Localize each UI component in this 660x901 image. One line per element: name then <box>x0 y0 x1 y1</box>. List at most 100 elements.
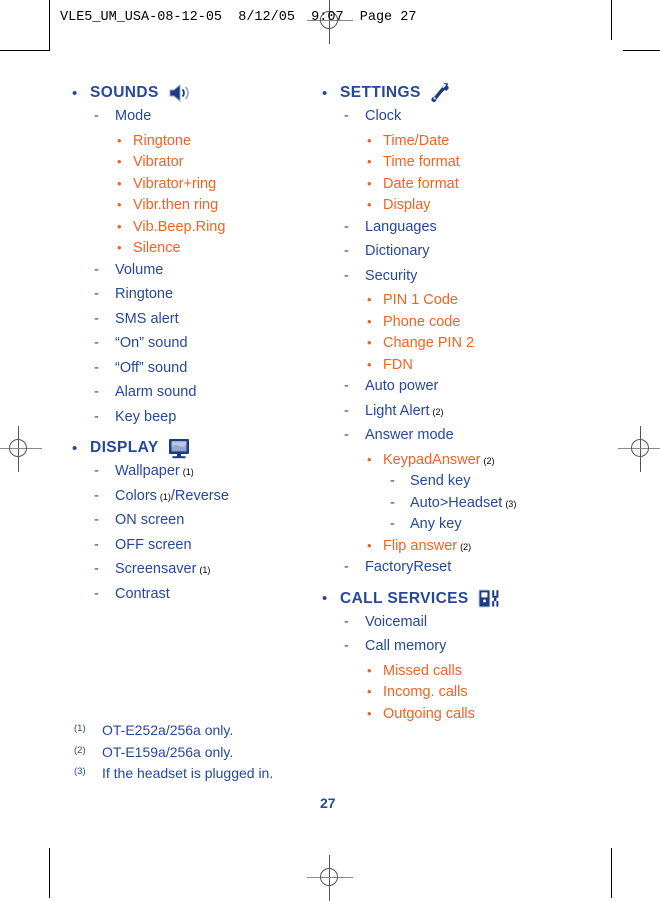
list-item-row: • Vibr.then ring <box>72 197 322 219</box>
dot-bullet-icon: • <box>367 356 372 372</box>
dot-bullet-icon: • <box>367 705 372 721</box>
dash-bullet-icon: - <box>390 516 395 532</box>
dot-bullet-icon: • <box>117 175 122 191</box>
list-item-row: • PIN 1 Code <box>322 292 612 314</box>
list-item-row: - Auto>Headset (3) <box>322 495 612 517</box>
list-item-row: • Phone code <box>322 314 612 336</box>
dash-bullet-icon: - <box>344 613 349 630</box>
list-item-row: • Incomg. calls <box>322 684 612 706</box>
list-item-row: - Key beep <box>72 409 322 434</box>
dash-bullet-icon: - <box>94 512 99 528</box>
item-label-suffix: /Reverse <box>170 487 229 504</box>
list-item-row: - OFF screen <box>72 537 322 562</box>
dot-bullet-icon: • <box>367 451 372 467</box>
dash-bullet-icon: - <box>344 402 349 419</box>
item-label: FDN <box>383 356 413 373</box>
section-heading-row: • SOUNDS <box>72 78 322 108</box>
list-item-row: - Send key <box>322 473 612 495</box>
item-label: Languages <box>365 218 437 235</box>
item-label: Vibr.then ring <box>133 197 219 213</box>
footnote-row: (1) OT-E252a/256a only. <box>74 722 494 744</box>
dot-bullet-icon: • <box>117 154 122 169</box>
list-item-row: - Any key <box>322 516 612 538</box>
section-title: SETTINGS <box>340 84 421 101</box>
crop-mark-top-right-horizontal <box>623 50 660 51</box>
item-label: ON screen <box>115 512 185 528</box>
dash-bullet-icon: - <box>344 218 349 235</box>
list-item-row: - Colors (1)/Reverse <box>72 488 322 513</box>
section-title: DISPLAY <box>90 439 159 456</box>
footnote-reference: (2) <box>483 455 495 466</box>
item-label: Call memory <box>365 638 447 654</box>
list-item-row: • Vib.Beep.Ring <box>72 219 322 241</box>
page-number: 27 <box>320 795 336 811</box>
footnote-reference: (2) <box>460 541 472 552</box>
footnote-marker: (2) <box>74 744 86 756</box>
dash-bullet-icon: - <box>94 335 99 351</box>
dash-bullet-icon: - <box>94 463 99 479</box>
section-title: SOUNDS <box>90 84 159 101</box>
item-label: Outgoing calls <box>383 705 475 722</box>
dot-bullet-icon: • <box>367 175 372 191</box>
list-item-row: - SMS alert <box>72 311 322 336</box>
dot-bullet-icon: • <box>117 218 122 234</box>
dot-bullet-icon: • <box>367 132 372 148</box>
footnote-marker: (3) <box>74 766 86 777</box>
phone-icon <box>478 588 500 609</box>
dash-bullet-icon: - <box>344 108 349 124</box>
dash-bullet-icon: - <box>94 108 99 124</box>
dot-bullet-icon: • <box>367 335 372 350</box>
dash-bullet-icon: - <box>94 585 99 602</box>
dot-bullet-icon: • <box>322 84 328 102</box>
footnote-row: (2) OT-E159a/256a only. <box>74 744 494 766</box>
item-label: Silence <box>133 240 181 256</box>
footnote-marker: (1) <box>74 723 86 734</box>
dash-bullet-icon: - <box>390 473 395 489</box>
list-item-row: • Time/Date <box>322 133 612 155</box>
footnote-reference: (1) <box>199 565 211 575</box>
item-label: Clock <box>365 108 402 124</box>
list-item-row: • Silence <box>72 240 322 262</box>
crop-mark-bottom-right-vertical <box>611 848 612 898</box>
list-item-row: • Flip answer (2) <box>322 538 612 560</box>
item-label: Missed calls <box>383 662 462 679</box>
item-label: Mode <box>115 108 152 124</box>
item-label: Auto>Headset <box>410 494 503 511</box>
monitor-icon <box>168 438 190 459</box>
section-title: CALL SERVICES <box>340 589 469 607</box>
footnote-reference: (1) <box>159 491 171 502</box>
item-label: Vib.Beep.Ring <box>133 218 226 235</box>
list-item-row: - Clock <box>322 108 612 133</box>
item-label: Date format <box>383 175 459 192</box>
dash-bullet-icon: - <box>94 384 99 400</box>
list-item-row: • Date format <box>322 176 612 198</box>
list-item-row: - Call memory <box>322 638 612 663</box>
dash-bullet-icon: - <box>94 487 99 504</box>
list-item-row: • Vibrator+ring <box>72 176 322 198</box>
dash-bullet-icon: - <box>344 378 349 394</box>
footnotes-block: (1) OT-E252a/256a only. (2) OT-E159a/256a o… <box>74 722 494 787</box>
dot-bullet-icon: • <box>367 684 372 699</box>
list-item-row: - Languages <box>322 219 612 244</box>
item-label: Alarm sound <box>115 384 197 400</box>
item-label: “On” sound <box>115 335 188 351</box>
list-item-row: - Light Alert (2) <box>322 403 612 428</box>
item-label: Auto power <box>365 378 439 394</box>
item-label: Screensaver <box>115 561 197 577</box>
list-item-row: - Voicemail <box>322 614 612 639</box>
crop-mark-top-left-vertical <box>49 0 50 50</box>
dash-bullet-icon: - <box>344 243 349 259</box>
item-label: Light Alert <box>365 402 430 419</box>
list-item-row: - Volume <box>72 262 322 287</box>
dot-bullet-icon: • <box>367 662 372 678</box>
item-label: KeypadAnswer <box>383 451 481 468</box>
dot-bullet-icon: • <box>367 292 372 307</box>
list-item-row: - Alarm sound <box>72 384 322 409</box>
footnote-reference: (2) <box>432 406 444 417</box>
speaker-icon <box>168 83 190 103</box>
item-label: Phone code <box>383 313 461 330</box>
list-item-row: • FDN <box>322 357 612 379</box>
footnote-reference: (3) <box>505 498 517 509</box>
list-item-row: - ON screen <box>72 512 322 537</box>
footnote-text: OT-E252a/256a only. <box>102 722 234 738</box>
